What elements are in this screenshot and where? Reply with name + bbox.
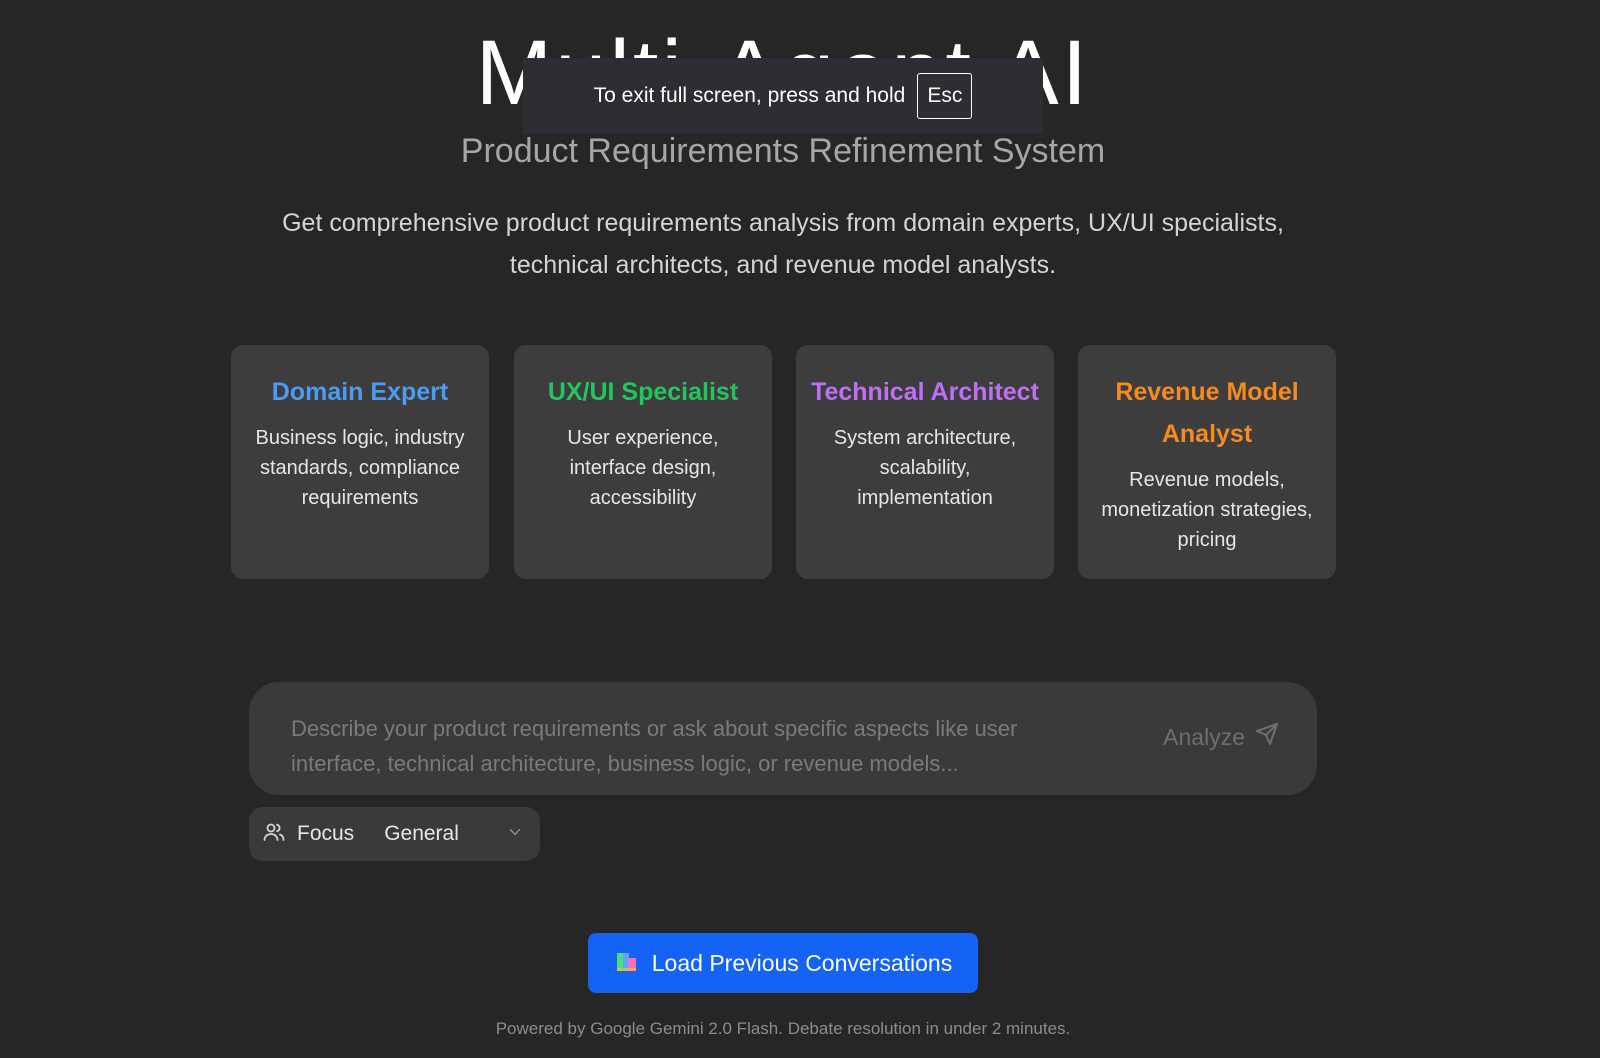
esc-key-badge: Esc <box>917 73 973 119</box>
load-previous-conversations-button[interactable]: Load Previous Conversations <box>588 933 978 993</box>
footer-note: Powered by Google Gemini 2.0 Flash. Deba… <box>495 1019 1071 1038</box>
requirements-composer: Analyze <box>249 682 1317 795</box>
agent-card-technical-architect: Technical Architect System architecture,… <box>796 345 1054 579</box>
fullscreen-notice-text: To exit full screen, press and hold <box>593 84 906 107</box>
agent-card-title: Domain Expert <box>271 378 449 406</box>
agent-card-description: Revenue models, monetization strategies,… <box>1101 469 1313 551</box>
users-icon <box>262 820 286 848</box>
page-subtitle: Product Requirements Refinement System <box>460 132 1106 170</box>
focus-selected-value: General <box>384 822 459 845</box>
send-icon <box>1255 722 1279 752</box>
agent-card-description: Business logic, industry standards, comp… <box>255 427 465 509</box>
chevron-down-icon <box>506 823 524 845</box>
books-icon <box>614 949 640 978</box>
agent-card-revenue-model-analyst: Revenue Model Analyst Revenue models, mo… <box>1078 345 1336 579</box>
agent-card-ux-ui-specialist: UX/UI Specialist User experience, interf… <box>514 345 772 579</box>
page-description: Get comprehensive product requirements a… <box>282 209 1284 279</box>
agent-card-title: UX/UI Specialist <box>547 378 739 406</box>
focus-label: Focus <box>297 822 355 845</box>
analyze-button[interactable]: Analyze <box>1163 722 1279 752</box>
agent-card-title: Revenue Model Analyst <box>1115 378 1299 448</box>
focus-select[interactable]: Focus General <box>249 807 540 861</box>
page: Multi-Agent AI To exit full screen, pres… <box>0 0 1600 1058</box>
analyze-button-label: Analyze <box>1163 723 1245 750</box>
agent-card-description: System architecture, scalability, implem… <box>833 427 1017 509</box>
requirements-input[interactable] <box>291 711 1091 781</box>
agent-card-description: User experience, interface design, acces… <box>567 427 719 509</box>
agent-cards: Domain Expert Business logic, industry s… <box>231 345 1336 579</box>
agent-card-title: Technical Architect <box>811 378 1039 406</box>
load-previous-conversations-label: Load Previous Conversations <box>651 949 953 976</box>
agent-card-domain-expert: Domain Expert Business logic, industry s… <box>231 345 489 579</box>
fullscreen-notice: To exit full screen, press and hold Esc <box>523 58 1043 134</box>
